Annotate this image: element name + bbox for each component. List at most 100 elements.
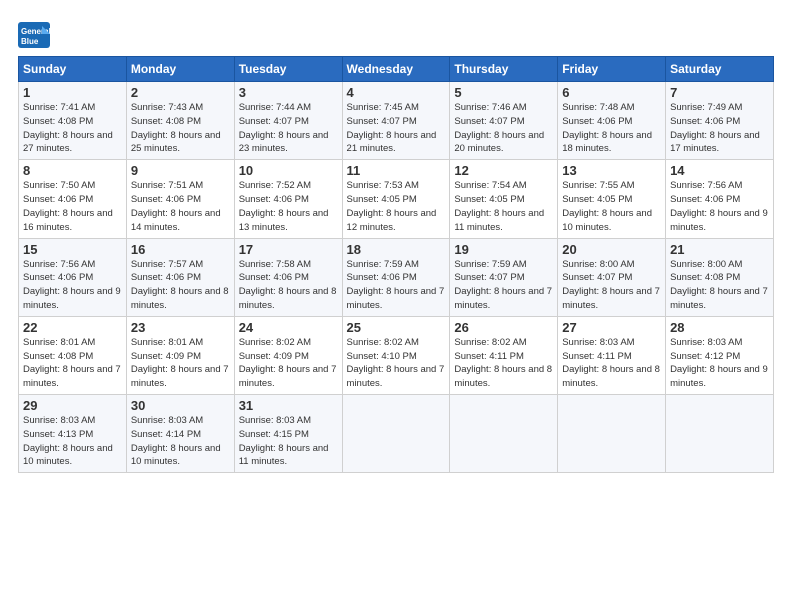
week-row-5: 29 Sunrise: 8:03 AMSunset: 4:13 PMDayligh…: [19, 395, 774, 473]
day-number: 10: [239, 163, 338, 178]
calendar-cell: 11Sunrise: 7:53 AMSunset: 4:05 PMDayligh…: [342, 160, 450, 238]
calendar-cell: 22Sunrise: 8:01 AMSunset: 4:08 PMDayligh…: [19, 316, 127, 394]
day-number: 6: [562, 85, 661, 100]
calendar-cell: 5 Sunrise: 7:46 AMSunset: 4:07 PMDaylight…: [450, 82, 558, 160]
header-cell-saturday: Saturday: [666, 57, 774, 82]
calendar-cell: 1Sunrise: 7:41 AMSunset: 4:08 PMDaylight…: [19, 82, 127, 160]
calendar-cell: 10Sunrise: 7:52 AMSunset: 4:06 PMDayligh…: [234, 160, 342, 238]
day-number: 19: [454, 242, 553, 257]
day-detail: Sunrise: 8:02 AMSunset: 4:11 PMDaylight:…: [454, 337, 552, 389]
calendar-cell: 8 Sunrise: 7:50 AMSunset: 4:06 PMDaylight…: [19, 160, 127, 238]
logo: General Blue: [18, 22, 54, 48]
week-row-1: 1Sunrise: 7:41 AMSunset: 4:08 PMDaylight…: [19, 82, 774, 160]
page: General Blue SundayMondayTuesdayWednesda…: [0, 0, 792, 483]
calendar-cell: 29 Sunrise: 8:03 AMSunset: 4:13 PMDayligh…: [19, 395, 127, 473]
calendar-cell: 12 Sunrise: 7:54 AMSunset: 4:05 PMDayligh…: [450, 160, 558, 238]
day-detail: Sunrise: 7:48 AMSunset: 4:06 PMDaylight:…: [562, 102, 652, 154]
day-detail: Sunrise: 8:02 AMSunset: 4:09 PMDaylight:…: [239, 337, 337, 389]
day-number: 2: [131, 85, 230, 100]
day-detail: Sunrise: 7:53 AMSunset: 4:05 PMDaylight:…: [347, 180, 437, 232]
day-detail: Sunrise: 8:03 AMSunset: 4:15 PMDaylight:…: [239, 415, 329, 467]
day-number: 24: [239, 320, 338, 335]
day-detail: Sunrise: 7:45 AMSunset: 4:07 PMDaylight:…: [347, 102, 437, 154]
calendar-cell: [666, 395, 774, 473]
calendar-cell: 25 Sunrise: 8:02 AMSunset: 4:10 PMDayligh…: [342, 316, 450, 394]
calendar-cell: [342, 395, 450, 473]
day-number: 27: [562, 320, 661, 335]
day-detail: Sunrise: 7:59 AMSunset: 4:06 PMDaylight:…: [347, 259, 445, 311]
header-cell-thursday: Thursday: [450, 57, 558, 82]
day-detail: Sunrise: 7:54 AMSunset: 4:05 PMDaylight:…: [454, 180, 544, 232]
header-row: SundayMondayTuesdayWednesdayThursdayFrid…: [19, 57, 774, 82]
day-detail: Sunrise: 8:00 AMSunset: 4:07 PMDaylight:…: [562, 259, 660, 311]
header-cell-wednesday: Wednesday: [342, 57, 450, 82]
day-detail: Sunrise: 8:02 AMSunset: 4:10 PMDaylight:…: [347, 337, 445, 389]
day-number: 13: [562, 163, 661, 178]
calendar-cell: 2 Sunrise: 7:43 AMSunset: 4:08 PMDaylight…: [126, 82, 234, 160]
calendar-cell: 13 Sunrise: 7:55 AMSunset: 4:05 PMDayligh…: [558, 160, 666, 238]
day-number: 23: [131, 320, 230, 335]
day-detail: Sunrise: 8:03 AMSunset: 4:14 PMDaylight:…: [131, 415, 221, 467]
day-number: 16: [131, 242, 230, 257]
week-row-4: 22Sunrise: 8:01 AMSunset: 4:08 PMDayligh…: [19, 316, 774, 394]
day-detail: Sunrise: 8:03 AMSunset: 4:11 PMDaylight:…: [562, 337, 660, 389]
calendar-cell: 18 Sunrise: 7:59 AMSunset: 4:06 PMDayligh…: [342, 238, 450, 316]
calendar-cell: 19 Sunrise: 7:59 AMSunset: 4:07 PMDayligh…: [450, 238, 558, 316]
calendar-cell: 9 Sunrise: 7:51 AMSunset: 4:06 PMDaylight…: [126, 160, 234, 238]
calendar-cell: 27 Sunrise: 8:03 AMSunset: 4:11 PMDayligh…: [558, 316, 666, 394]
calendar-table: SundayMondayTuesdayWednesdayThursdayFrid…: [18, 56, 774, 473]
calendar-cell: [450, 395, 558, 473]
calendar-cell: 4Sunrise: 7:45 AMSunset: 4:07 PMDaylight…: [342, 82, 450, 160]
header-cell-friday: Friday: [558, 57, 666, 82]
day-detail: Sunrise: 7:59 AMSunset: 4:07 PMDaylight:…: [454, 259, 552, 311]
calendar-cell: 31 Sunrise: 8:03 AMSunset: 4:15 PMDayligh…: [234, 395, 342, 473]
header-cell-tuesday: Tuesday: [234, 57, 342, 82]
day-detail: Sunrise: 7:43 AMSunset: 4:08 PMDaylight:…: [131, 102, 221, 154]
calendar-cell: [558, 395, 666, 473]
day-detail: Sunrise: 7:58 AMSunset: 4:06 PMDaylight:…: [239, 259, 337, 311]
day-detail: Sunrise: 7:49 AMSunset: 4:06 PMDaylight:…: [670, 102, 760, 154]
calendar-cell: 26 Sunrise: 8:02 AMSunset: 4:11 PMDayligh…: [450, 316, 558, 394]
day-number: 30: [131, 398, 230, 413]
calendar-cell: 21Sunrise: 8:00 AMSunset: 4:08 PMDayligh…: [666, 238, 774, 316]
day-number: 17: [239, 242, 338, 257]
calendar-cell: 20Sunrise: 8:00 AMSunset: 4:07 PMDayligh…: [558, 238, 666, 316]
day-number: 14: [670, 163, 769, 178]
day-detail: Sunrise: 8:03 AMSunset: 4:13 PMDaylight:…: [23, 415, 113, 467]
day-number: 8: [23, 163, 122, 178]
day-number: 25: [347, 320, 446, 335]
calendar-cell: 15 Sunrise: 7:56 AMSunset: 4:06 PMDayligh…: [19, 238, 127, 316]
day-number: 1: [23, 85, 122, 100]
day-detail: Sunrise: 7:50 AMSunset: 4:06 PMDaylight:…: [23, 180, 113, 232]
day-detail: Sunrise: 7:56 AMSunset: 4:06 PMDaylight:…: [670, 180, 768, 232]
calendar-cell: 7Sunrise: 7:49 AMSunset: 4:06 PMDaylight…: [666, 82, 774, 160]
day-number: 29: [23, 398, 122, 413]
day-detail: Sunrise: 7:44 AMSunset: 4:07 PMDaylight:…: [239, 102, 329, 154]
day-number: 12: [454, 163, 553, 178]
week-row-2: 8 Sunrise: 7:50 AMSunset: 4:06 PMDaylight…: [19, 160, 774, 238]
day-number: 9: [131, 163, 230, 178]
calendar-cell: 30 Sunrise: 8:03 AMSunset: 4:14 PMDayligh…: [126, 395, 234, 473]
calendar-cell: 3 Sunrise: 7:44 AMSunset: 4:07 PMDaylight…: [234, 82, 342, 160]
day-detail: Sunrise: 8:01 AMSunset: 4:09 PMDaylight:…: [131, 337, 229, 389]
day-number: 18: [347, 242, 446, 257]
day-detail: Sunrise: 7:46 AMSunset: 4:07 PMDaylight:…: [454, 102, 544, 154]
day-number: 22: [23, 320, 122, 335]
week-row-3: 15 Sunrise: 7:56 AMSunset: 4:06 PMDayligh…: [19, 238, 774, 316]
calendar-cell: 23 Sunrise: 8:01 AMSunset: 4:09 PMDayligh…: [126, 316, 234, 394]
day-number: 15: [23, 242, 122, 257]
day-detail: Sunrise: 7:51 AMSunset: 4:06 PMDaylight:…: [131, 180, 221, 232]
header-cell-sunday: Sunday: [19, 57, 127, 82]
day-detail: Sunrise: 7:55 AMSunset: 4:05 PMDaylight:…: [562, 180, 652, 232]
day-number: 26: [454, 320, 553, 335]
svg-text:Blue: Blue: [21, 37, 39, 46]
calendar-cell: 24 Sunrise: 8:02 AMSunset: 4:09 PMDayligh…: [234, 316, 342, 394]
header-cell-monday: Monday: [126, 57, 234, 82]
calendar-cell: 14 Sunrise: 7:56 AMSunset: 4:06 PMDayligh…: [666, 160, 774, 238]
calendar-cell: 6 Sunrise: 7:48 AMSunset: 4:06 PMDaylight…: [558, 82, 666, 160]
day-number: 3: [239, 85, 338, 100]
day-number: 31: [239, 398, 338, 413]
day-number: 28: [670, 320, 769, 335]
day-detail: Sunrise: 7:56 AMSunset: 4:06 PMDaylight:…: [23, 259, 121, 311]
day-number: 5: [454, 85, 553, 100]
